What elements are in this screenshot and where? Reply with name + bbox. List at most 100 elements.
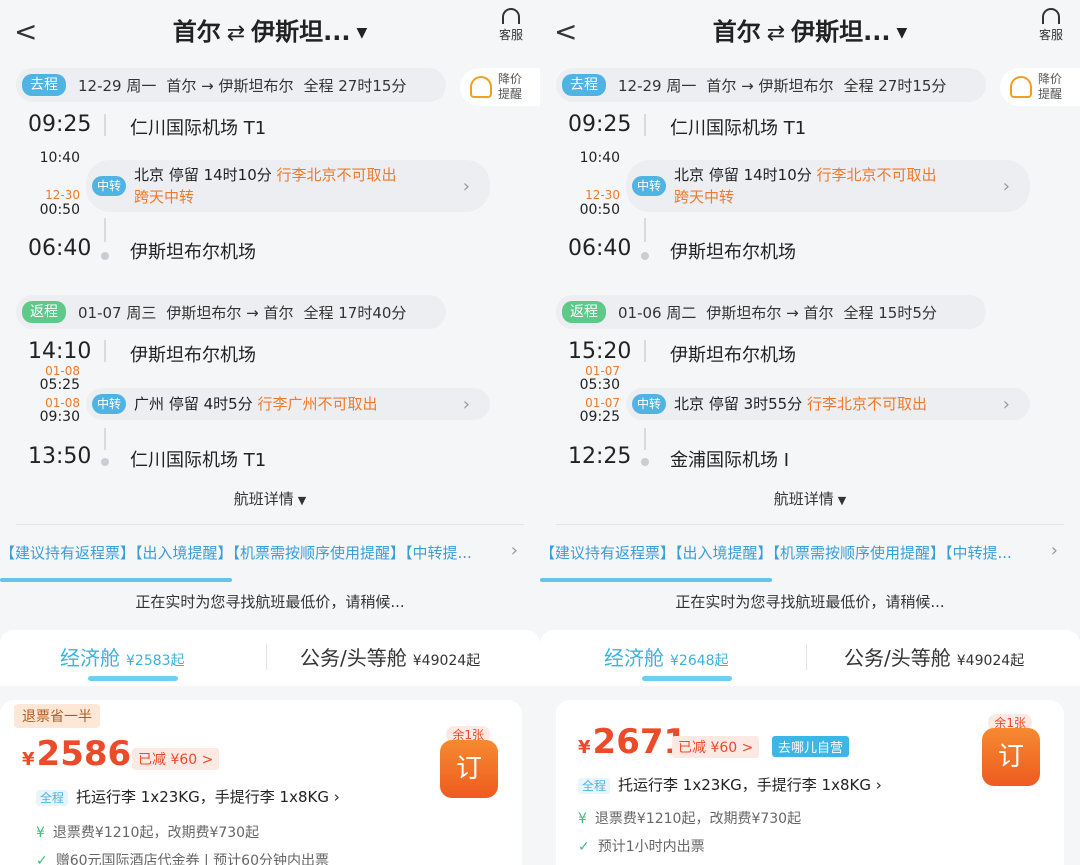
discount-badge[interactable]: 已减 ¥60 > bbox=[672, 736, 760, 758]
transfer-row[interactable]: 中转 北京 停留 14时10分 行李北京不可取出 跨天中转 › bbox=[86, 160, 490, 212]
gift-info: ✓ 预计1小时内出票 bbox=[578, 836, 705, 856]
ret-dep2-time: 09:25 bbox=[579, 409, 620, 425]
baggage-info[interactable]: 全程 托运行李 1x23KG，手提行李 1x8KG › bbox=[36, 786, 340, 807]
headset-icon bbox=[1042, 8, 1060, 24]
timeline-line bbox=[644, 114, 646, 136]
outbound-duration: 全程 27时15分 bbox=[303, 76, 407, 95]
fee-text: 退票费¥1210起，改期费¥730起 bbox=[594, 811, 802, 827]
divider bbox=[16, 524, 524, 525]
book-button[interactable]: 订 bbox=[440, 740, 498, 798]
timeline-line bbox=[644, 428, 646, 450]
return-duration: 全程 15时5分 bbox=[843, 303, 937, 322]
ret-arr1-date: 01-07 bbox=[585, 364, 620, 378]
stop-city: 北京 bbox=[674, 395, 705, 413]
arr1-time: 10:40 bbox=[579, 150, 620, 166]
transfer-row[interactable]: 中转 北京 停留 14时10分 行李北京不可取出 跨天中转 › bbox=[626, 160, 1030, 212]
baggage-warning: 行李北京不可取出 bbox=[276, 166, 397, 184]
check-icon: ✓ bbox=[36, 853, 48, 865]
stop-duration: 停留 14时10分 bbox=[168, 166, 272, 184]
price-alert-button[interactable]: 降价 提醒 bbox=[460, 68, 540, 106]
dep-time: 09:25 bbox=[568, 112, 632, 137]
return-info: 01-07 周三 伊斯坦布尔 → 首尔 全程 17时40分 bbox=[78, 302, 416, 323]
discount-badge[interactable]: 已减 ¥60 > bbox=[132, 748, 220, 770]
return-date: 01-06 周二 bbox=[618, 303, 697, 322]
flight-detail-label: 航班详情 bbox=[233, 490, 294, 508]
book-button[interactable]: 订 bbox=[982, 728, 1040, 786]
chevron-down-icon: ▼ bbox=[837, 494, 847, 507]
tab-indicator bbox=[642, 676, 732, 681]
return-duration: 全程 17时40分 bbox=[303, 303, 407, 322]
alert-line1: 降价 bbox=[1038, 72, 1063, 86]
tab-economy[interactable]: 经济舱 ¥2648起 bbox=[604, 642, 729, 671]
swap-icon: ⇄ bbox=[226, 21, 246, 46]
divider bbox=[266, 644, 267, 670]
tab-economy[interactable]: 经济舱 ¥2583起 bbox=[60, 642, 185, 671]
header: < 首尔 ⇄ 伊斯坦... ▼ 客服 bbox=[0, 0, 540, 66]
self-operated-badge: 去哪儿自营 bbox=[772, 736, 850, 757]
timeline-line bbox=[644, 340, 646, 362]
tab-business-label: 公务/头等舱 bbox=[300, 646, 407, 670]
baggage-tag: 全程 bbox=[578, 778, 611, 794]
outbound-summary: 去程 12-29 周一 首尔 → 伊斯坦布尔 全程 27时15分 bbox=[556, 68, 986, 102]
stop-duration: 停留 4时5分 bbox=[168, 395, 253, 413]
yen-icon: ¥ bbox=[578, 811, 587, 827]
baggage-info[interactable]: 全程 托运行李 1x23KG，手提行李 1x8KG › bbox=[578, 774, 882, 795]
chevron-right-icon[interactable]: › bbox=[1051, 540, 1058, 561]
ret-arr-time: 12:25 bbox=[568, 444, 632, 469]
transfer-row[interactable]: 中转 北京 停留 3时55分 行李北京不可取出 › bbox=[626, 388, 1030, 420]
timeline-dot bbox=[641, 252, 649, 260]
fare-card[interactable]: ¥2671 已减 ¥60 > 去哪儿自营 余1张 订 全程 托运行李 1x23KG… bbox=[556, 700, 1064, 865]
search-status: 正在实时为您寻找航班最低价，请稍候... bbox=[675, 593, 945, 611]
ret-arr1-time: 05:30 bbox=[579, 377, 620, 393]
fee-text: 退票费¥1210起，改期费¥730起 bbox=[52, 825, 260, 841]
route-title[interactable]: 首尔 ⇄ 伊斯坦... ▼ bbox=[540, 16, 1080, 50]
outbound-duration: 全程 27时15分 bbox=[843, 76, 947, 95]
return-tag: 返程 bbox=[22, 301, 66, 323]
chevron-right-icon[interactable]: › bbox=[511, 540, 518, 561]
flight-detail-toggle[interactable]: 航班详情 ▼ bbox=[0, 488, 540, 509]
customer-service-button[interactable]: 客服 bbox=[1036, 8, 1066, 43]
dep-time: 09:25 bbox=[28, 112, 92, 137]
arr1-time: 10:40 bbox=[39, 150, 80, 166]
gift-text: 赠60元国际酒店代金券 | 预计60分钟内出票 bbox=[55, 853, 329, 865]
transfer-row[interactable]: 中转 广州 停留 4时5分 行李广州不可取出 › bbox=[86, 388, 490, 420]
route-title[interactable]: 首尔 ⇄ 伊斯坦... ▼ bbox=[0, 16, 540, 50]
transfer-tag: 中转 bbox=[92, 176, 127, 196]
price-alert-label: 降价 提醒 bbox=[498, 72, 522, 102]
arr-time: 06:40 bbox=[28, 236, 92, 261]
gift-text: 预计1小时内出票 bbox=[597, 839, 705, 855]
tab-indicator bbox=[88, 676, 178, 681]
timeline-line bbox=[644, 218, 646, 242]
baggage-tag: 全程 bbox=[36, 790, 69, 806]
tips-bar[interactable]: 【建议持有返程票】【出入境提醒】【机票需按顺序使用提醒】【中转提... bbox=[540, 542, 1040, 563]
transfer-tag: 中转 bbox=[632, 394, 667, 414]
arr-airport: 伊斯坦布尔机场 bbox=[130, 242, 256, 263]
ret-arr-time: 13:50 bbox=[28, 444, 92, 469]
price-alert-button[interactable]: 降价 提醒 bbox=[1000, 68, 1080, 106]
stop-city: 广州 bbox=[134, 395, 165, 413]
fare-card[interactable]: 退票省一半 ¥2586 已减 ¥60 > 余1张 订 全程 托运行李 1x23KG… bbox=[0, 700, 522, 865]
transfer-info: 北京 停留 14时10分 行李北京不可取出 跨天中转 bbox=[134, 164, 397, 208]
tab-business[interactable]: 公务/头等舱 ¥49024起 bbox=[844, 642, 1024, 671]
chevron-down-icon: ▼ bbox=[356, 25, 368, 41]
timeline-dot bbox=[641, 458, 649, 466]
swap-icon: ⇄ bbox=[766, 21, 786, 46]
cabin-tabs: 经济舱 ¥2648起 公务/头等舱 ¥49024起 bbox=[540, 630, 1080, 686]
ret-arr-airport: 仁川国际机场 T1 bbox=[130, 450, 267, 471]
customer-service-label: 客服 bbox=[498, 28, 523, 42]
stop-city: 北京 bbox=[674, 166, 705, 184]
ret-arr1-time: 05:25 bbox=[39, 377, 80, 393]
tab-business[interactable]: 公务/头等舱 ¥49024起 bbox=[300, 642, 480, 671]
alert-line2: 提醒 bbox=[1038, 87, 1063, 101]
flight-detail-toggle[interactable]: 航班详情 ▼ bbox=[540, 488, 1080, 509]
cabin-tabs: 经济舱 ¥2583起 公务/头等舱 ¥49024起 bbox=[0, 630, 540, 686]
currency-symbol: ¥ bbox=[578, 737, 591, 758]
overnight-warning: 跨天中转 bbox=[674, 188, 735, 206]
search-status: 正在实时为您寻找航班最低价，请稍候... bbox=[135, 593, 405, 611]
customer-service-button[interactable]: 客服 bbox=[496, 8, 526, 43]
tips-bar[interactable]: 【建议持有返程票】【出入境提醒】【机票需按顺序使用提醒】【中转提... bbox=[0, 542, 500, 563]
outbound-info: 12-29 周一 首尔 → 伊斯坦布尔 全程 27时15分 bbox=[78, 75, 416, 96]
ret-dep-time: 15:20 bbox=[568, 339, 632, 364]
ret-dep-airport: 伊斯坦布尔机场 bbox=[130, 345, 256, 366]
title-to: 伊斯坦... bbox=[251, 18, 351, 46]
